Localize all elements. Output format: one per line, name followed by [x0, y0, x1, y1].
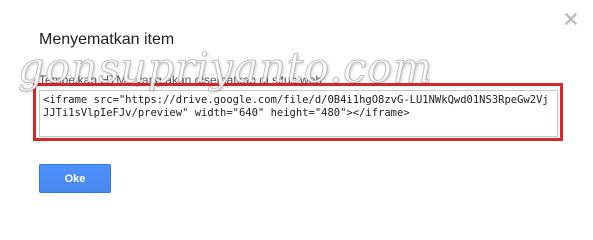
embed-item-dialog: Menyematkan item Tempelkan HTML yang aka… [0, 0, 593, 221]
embed-code-textarea[interactable]: <iframe src="https://drive.google.com/fi… [39, 90, 558, 137]
close-icon [564, 12, 578, 26]
ok-button[interactable]: Oke [39, 164, 111, 193]
dialog-title: Menyematkan item [39, 31, 175, 48]
close-button[interactable] [562, 10, 580, 28]
